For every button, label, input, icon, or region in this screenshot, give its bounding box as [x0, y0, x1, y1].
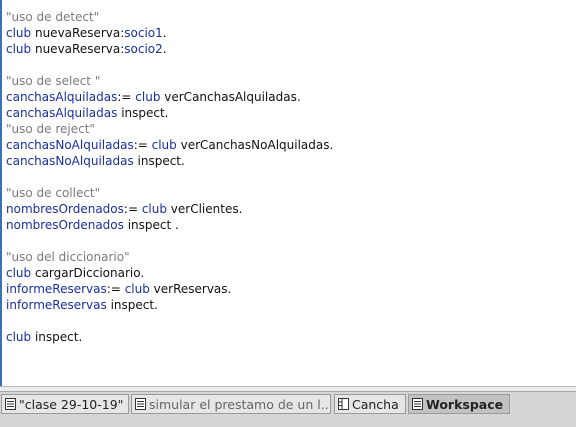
code-line: nombresOrdenados inspect . [6, 217, 333, 233]
taskbar-item-simular[interactable]: simular el prestamo de un l... [131, 394, 331, 414]
code-line: "uso del diccionario" [6, 249, 333, 265]
code-identifier: club [6, 266, 32, 280]
code-identifier: informeReservas [6, 282, 107, 296]
code-text-segment: nuevaReserva: [31, 26, 125, 40]
code-text-segment: := [133, 138, 152, 152]
code-text-segment: inspect . [123, 218, 179, 232]
code-identifier: club [6, 42, 32, 56]
code-text-segment: := [123, 202, 142, 216]
taskbar-item-label: Cancha [352, 396, 399, 412]
code-text-segment: verCanchasNoAlquiladas. [176, 138, 334, 152]
code-identifier: club [6, 26, 32, 40]
code-text-segment: verClientes. [166, 202, 243, 216]
code-line: canchasNoAlquiladas:= club verCanchasNoA… [6, 137, 333, 153]
taskbar-item-label: simular el prestamo de un l... [149, 396, 331, 412]
code-identifier: club [151, 138, 177, 152]
code-identifier: nombresOrdenados [6, 218, 124, 232]
code-comment: "uso del diccionario" [6, 250, 130, 264]
code-line: nombresOrdenados:= club verClientes. [6, 201, 333, 217]
code-text-segment: . [162, 42, 167, 56]
code-identifier: club [141, 202, 167, 216]
code-comment: "uso de collect" [6, 186, 101, 200]
code-text-segment: nuevaReserva: [31, 42, 125, 56]
code-identifier: canchasAlquiladas [6, 106, 118, 120]
code-identifier: club [124, 282, 150, 296]
workspace-icon [135, 398, 146, 410]
code-line: canchasAlquiladas inspect. [6, 105, 333, 121]
code-identifier: socio2 [124, 42, 163, 56]
workspace-icon [412, 398, 423, 410]
code-line: canchasAlquiladas:= club verCanchasAlqui… [6, 89, 333, 105]
inspector-icon [338, 398, 349, 410]
code-line: club inspect. [6, 329, 333, 345]
code-line: informeReservas:= club verReservas. [6, 281, 333, 297]
code-line: canchasNoAlquiladas inspect. [6, 153, 333, 169]
code-comment: "uso de select " [6, 74, 101, 88]
code-line: "uso de collect" [6, 185, 333, 201]
code-line: club nuevaReserva:socio1. [6, 25, 333, 41]
code-line: club nuevaReserva:socio2. [6, 41, 333, 57]
workspace-icon [5, 398, 16, 410]
code-identifier: canchasAlquiladas [6, 90, 118, 104]
code-identifier: socio1 [124, 26, 163, 40]
code-text-segment: cargarDiccionario. [31, 266, 145, 280]
code-text-segment: inspect. [117, 106, 169, 120]
taskbar: "clase 29-10-19" simular el prestamo de … [0, 391, 576, 427]
code-line: "uso de select " [6, 73, 333, 89]
code-text-segment: verReservas. [149, 282, 232, 296]
workspace-editor[interactable]: "uso de detect" club nuevaReserva:socio1.… [0, 0, 576, 386]
code-comment: "uso de detect" [6, 10, 100, 24]
code-line: club cargarDiccionario. [6, 265, 333, 281]
code-comment: "uso de reject" [6, 122, 95, 136]
code-line: "uso de detect" [6, 9, 333, 25]
taskbar-item-clase[interactable]: "clase 29-10-19" [1, 394, 129, 414]
taskbar-item-label: Workspace [426, 396, 504, 412]
taskbar-item-cancha[interactable]: Cancha [334, 394, 406, 414]
code-text-segment: inspect. [133, 154, 185, 168]
code-text-segment: inspect. [106, 298, 158, 312]
code-identifier: nombresOrdenados [6, 202, 124, 216]
code-line: informeReservas inspect. [6, 297, 333, 313]
code-identifier: canchasNoAlquiladas [6, 154, 134, 168]
code-text-segment: := [106, 282, 125, 296]
code-text[interactable]: "uso de detect" club nuevaReserva:socio1.… [6, 9, 333, 345]
code-identifier: club [135, 90, 161, 104]
code-text-segment: . [162, 26, 167, 40]
taskbar-item-label: "clase 29-10-19" [19, 396, 124, 412]
code-identifier: club [6, 330, 32, 344]
code-text-segment: inspect. [31, 330, 83, 344]
code-text-segment: verCanchasAlquiladas. [160, 90, 301, 104]
taskbar-item-workspace[interactable]: Workspace [408, 394, 510, 414]
code-identifier: informeReservas [6, 298, 107, 312]
code-identifier: canchasNoAlquiladas [6, 138, 134, 152]
code-text-segment: := [117, 90, 136, 104]
code-line: "uso de reject" [6, 121, 333, 137]
